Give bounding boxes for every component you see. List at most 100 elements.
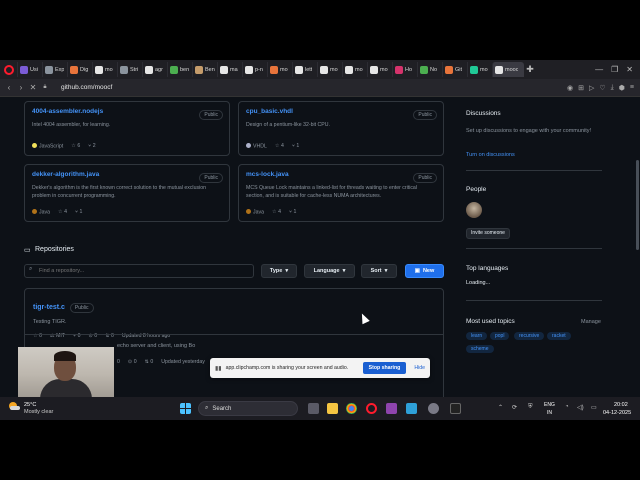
favicon-icon <box>470 65 478 74</box>
settings-icon[interactable] <box>428 403 439 414</box>
bookmark-icon[interactable]: ♡ <box>599 84 605 92</box>
mail-icon[interactable] <box>406 403 417 414</box>
weather-temperature[interactable]: 25°C <box>24 402 36 408</box>
repo-link[interactable]: cpu_basic.vhdl <box>246 108 436 115</box>
clipchamp-icon[interactable] <box>386 403 397 414</box>
star-count[interactable]: ☆ 4 <box>272 209 281 215</box>
browser-tab[interactable]: mo <box>267 62 292 77</box>
opera-icon[interactable] <box>366 403 377 414</box>
browser-tab[interactable]: mo <box>367 62 392 77</box>
browser-tab[interactable]: Dig <box>67 62 92 77</box>
download-icon[interactable]: ⤓ <box>611 84 614 92</box>
browser-tab-active[interactable]: mooc <box>492 62 524 77</box>
find-repository-input[interactable] <box>24 264 254 278</box>
topic-tag[interactable]: learn <box>466 332 488 340</box>
turn-on-discussions-link[interactable]: Turn on discussions <box>466 152 515 158</box>
pinned-repo-card: mcs-lock.java Public MCS Queue Lock main… <box>238 164 444 222</box>
browser-tab[interactable]: mo <box>467 62 492 77</box>
battery-icon[interactable]: ▭ <box>591 404 597 411</box>
browser-tab[interactable]: ma <box>217 62 242 77</box>
language-indicator[interactable]: ENG <box>544 402 555 408</box>
browser-tab[interactable]: Git <box>442 62 467 77</box>
topic-tag[interactable]: recursive <box>514 332 545 340</box>
browser-tab[interactable]: mo <box>317 62 342 77</box>
browser-tab[interactable]: Ho <box>392 62 417 77</box>
weather-description[interactable]: Mostly clear <box>24 409 53 415</box>
language-filter-button[interactable]: Language ▾ <box>304 264 355 278</box>
opera-logo-icon[interactable] <box>4 64 14 75</box>
fork-count[interactable]: ⑂ 1 <box>75 209 82 215</box>
manage-topics-link[interactable]: Manage <box>581 318 601 326</box>
close-icon[interactable]: ✕ <box>626 65 633 74</box>
topic-tag[interactable]: popl <box>490 332 510 340</box>
reload-icon[interactable]: ✕ <box>27 83 39 92</box>
taskbar-search[interactable]: ⌕ Search <box>198 401 298 416</box>
new-repository-button[interactable]: ▣ New <box>405 264 444 278</box>
topic-tag[interactable]: racket <box>547 332 571 340</box>
star-count[interactable]: ☆ 6 <box>71 143 80 149</box>
repo-link[interactable]: dekker-algorithm.java <box>32 171 222 178</box>
new-tab-icon[interactable]: ✚ <box>524 64 536 75</box>
star-count[interactable]: 0 <box>117 359 120 365</box>
topic-tag[interactable]: scheme <box>466 345 494 353</box>
browser-tab[interactable]: Usi <box>17 62 42 77</box>
region-indicator[interactable]: IN <box>547 410 552 416</box>
tab-label: p-n <box>255 66 263 73</box>
browser-tab[interactable]: lett <box>292 62 317 77</box>
visibility-badge: Public <box>413 173 437 183</box>
sync-icon[interactable]: ⟳ <box>512 404 517 411</box>
fork-count[interactable]: ⑂ 1 <box>292 143 299 149</box>
browser-tab[interactable]: p-n <box>242 62 267 77</box>
page-scrollbar[interactable] <box>636 160 639 250</box>
type-filter-button[interactable]: Type ▾ <box>261 264 297 278</box>
language-dot-icon <box>246 208 251 214</box>
forward-icon[interactable]: › <box>15 83 27 92</box>
minimize-icon[interactable]: — <box>595 65 603 74</box>
sort-button[interactable]: Sort ▾ <box>361 264 397 278</box>
repo-link[interactable]: tigr-test.c <box>33 304 65 311</box>
star-count[interactable]: ☆ 4 <box>275 143 284 149</box>
maximize-icon[interactable]: ❐ <box>611 65 618 74</box>
pr-count[interactable]: ⇅ 0 <box>145 359 154 365</box>
security-icon[interactable]: ⛨ <box>528 404 533 411</box>
chrome-icon[interactable] <box>346 403 357 414</box>
terminal-icon[interactable] <box>450 403 461 414</box>
browser-tab[interactable]: Exp <box>42 62 67 77</box>
extensions-icon[interactable]: ⬢ <box>619 84 625 92</box>
browser-tab[interactable]: Ben <box>192 62 217 77</box>
task-view-icon[interactable] <box>308 403 319 414</box>
volume-icon[interactable]: ◁) <box>577 404 584 411</box>
hide-button[interactable]: Hide <box>410 365 425 371</box>
browser-tab[interactable]: mo <box>92 62 117 77</box>
browser-tab[interactable]: agr <box>142 62 167 77</box>
translate-icon[interactable]: ⊞ <box>578 84 584 92</box>
tab-label: Dig <box>80 66 89 73</box>
repo-link[interactable]: mcs-lock.java <box>246 171 436 178</box>
start-icon[interactable] <box>180 403 191 414</box>
invite-someone-button[interactable]: Invite someone <box>466 228 510 239</box>
file-explorer-icon[interactable] <box>327 403 338 414</box>
fork-count[interactable]: ⑂ 2 <box>88 143 95 149</box>
browser-tab[interactable]: mo <box>342 62 367 77</box>
browser-tab[interactable]: No <box>417 62 442 77</box>
camera-icon[interactable]: ◉ <box>567 84 573 92</box>
stop-sharing-button[interactable]: Stop sharing <box>362 362 407 374</box>
chevron-up-icon[interactable]: ⌃ <box>498 404 503 411</box>
repo-link[interactable]: 4004-assembler.nodejs <box>32 108 222 115</box>
clock-date[interactable]: 04-12-2025 <box>603 410 631 416</box>
back-icon[interactable]: ‹ <box>3 83 15 92</box>
repo-language: Java <box>39 209 50 215</box>
wifi-icon[interactable]: ◔ <box>565 404 569 410</box>
url-field[interactable]: github.com/moocf <box>61 84 112 91</box>
star-count[interactable]: ☆ 4 <box>58 209 67 215</box>
menu-icon[interactable]: ≡ <box>630 84 634 92</box>
issue-count[interactable]: ⊙ 0 <box>128 359 137 365</box>
browser-tab[interactable]: Stri <box>117 62 142 77</box>
browser-tab[interactable]: ben <box>167 62 192 77</box>
share-banner-text: app.clipchamp.com is sharing your screen… <box>225 365 349 371</box>
avatar[interactable] <box>466 202 482 218</box>
weather-icon[interactable] <box>8 401 20 411</box>
fork-count[interactable]: ⑂ 1 <box>289 209 296 215</box>
clock-time[interactable]: 20:02 <box>614 402 628 408</box>
share-icon[interactable]: ▷ <box>589 84 594 92</box>
